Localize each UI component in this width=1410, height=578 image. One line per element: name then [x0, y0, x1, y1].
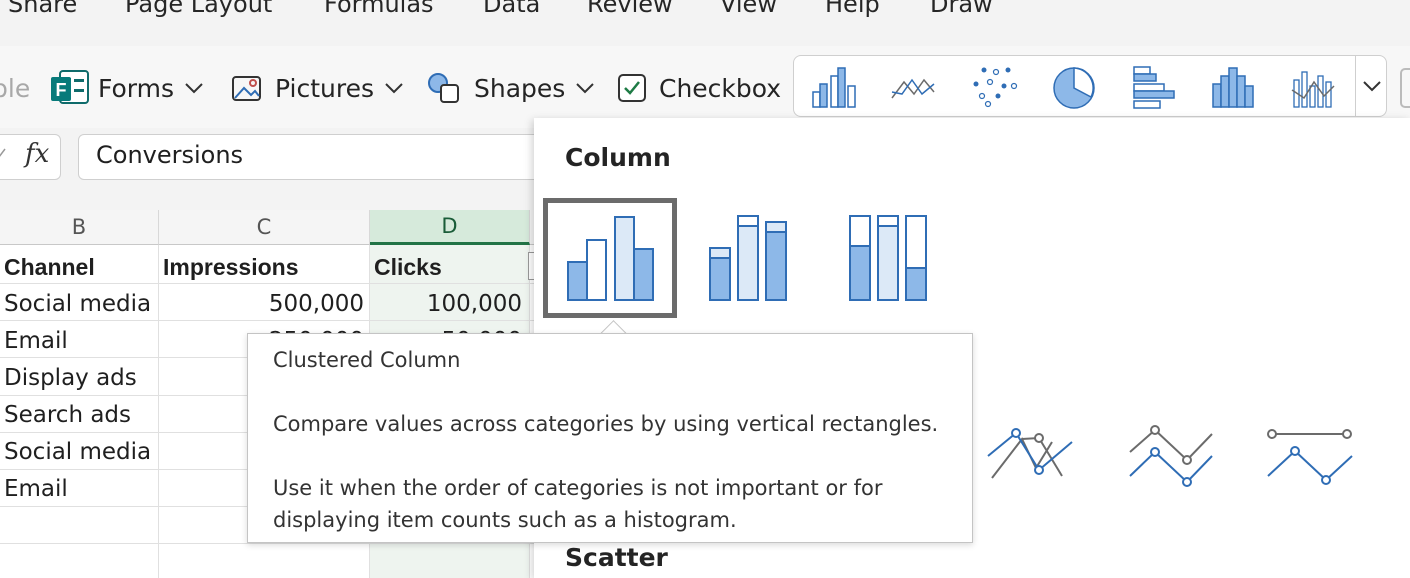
chevron-down-icon	[1362, 77, 1382, 96]
chevron-down-icon	[575, 82, 595, 94]
fx-icon: fx	[25, 139, 50, 169]
column-chart-icon[interactable]	[810, 64, 858, 110]
clustered-column-option[interactable]	[543, 198, 677, 318]
100-stacked-line-markers-icon	[1267, 429, 1353, 485]
menu-draw[interactable]: Draw	[930, 0, 993, 18]
scatter-section-title: Scatter	[565, 543, 668, 572]
table-button[interactable]: ble	[0, 70, 30, 106]
checkbox-label: Checkbox	[659, 73, 782, 103]
column-section-title: Column	[565, 143, 671, 172]
menu-view[interactable]: View	[720, 0, 777, 18]
formula-input[interactable]: Conversions	[78, 134, 548, 180]
cell-b4[interactable]: Display ads	[4, 359, 156, 394]
100-stacked-line-markers-option[interactable]	[1262, 420, 1358, 490]
menu-help[interactable]: Help	[825, 0, 880, 18]
menu-review[interactable]: Review	[587, 0, 673, 18]
cell-b2[interactable]: Social media	[4, 285, 156, 320]
tooltip-title: Clustered Column	[273, 348, 461, 372]
row-divider	[0, 283, 540, 284]
line-markers-icon	[987, 428, 1073, 479]
pie-chart-icon[interactable]	[1050, 64, 1098, 110]
histogram-chart-icon[interactable]	[1210, 64, 1258, 110]
chart-type-tooltip: Clustered Column Compare values across c…	[247, 333, 973, 543]
stacked-line-markers-option[interactable]	[1122, 420, 1218, 490]
column-header-b[interactable]: B	[0, 210, 159, 245]
menu-share[interactable]: Share	[8, 0, 77, 18]
scatter-chart-icon[interactable]	[970, 64, 1018, 110]
chevron-down-icon	[184, 82, 204, 94]
picture-icon	[231, 73, 263, 103]
shapes-label: Shapes	[474, 73, 566, 103]
cell-b1[interactable]: Channel	[4, 248, 156, 283]
shapes-icon	[426, 71, 462, 105]
combo-chart-icon[interactable]	[1290, 64, 1338, 110]
cell-b6[interactable]: Social media	[4, 433, 156, 468]
shapes-button[interactable]: Shapes	[426, 70, 595, 106]
stacked-column-icon	[709, 215, 787, 301]
row-divider	[0, 543, 540, 544]
stacked-line-markers-icon	[1129, 425, 1213, 487]
clustered-column-icon	[567, 216, 654, 301]
menu-formulas[interactable]: Formulas	[324, 0, 434, 18]
menu-bar: Share Page Layout Formulas Data Review V…	[0, 0, 1410, 46]
100-stacked-column-option[interactable]	[842, 208, 942, 308]
chevron-down-icon	[384, 82, 404, 94]
bar-chart-icon[interactable]	[1130, 64, 1178, 110]
tooltip-description: Compare values across categories by usin…	[273, 412, 939, 436]
line-markers-option[interactable]	[982, 420, 1078, 490]
column-divider	[158, 245, 159, 578]
100-stacked-column-icon	[849, 215, 927, 301]
forms-label: Forms	[98, 73, 175, 103]
forms-icon: F	[50, 69, 90, 107]
cell-b5[interactable]: Search ads	[4, 396, 156, 431]
cell-d2[interactable]: 100,000	[374, 285, 522, 320]
column-header-d[interactable]: D	[370, 210, 530, 245]
cell-d1[interactable]: Clicks	[374, 248, 528, 283]
forms-button[interactable]: F Forms	[50, 70, 204, 106]
checkbox-button[interactable]: Checkbox	[617, 70, 781, 106]
pictures-label: Pictures	[275, 73, 374, 103]
column-header-c[interactable]: C	[159, 210, 370, 245]
gallery-more-button[interactable]	[1355, 56, 1388, 116]
line-chart-icon[interactable]	[890, 64, 938, 110]
tooltip-usage-line-1: Use it when the order of categories is n…	[273, 476, 883, 500]
overflow-button[interactable]	[1400, 68, 1410, 108]
cell-b3[interactable]: Email	[4, 322, 156, 357]
cell-c1[interactable]: Impressions	[163, 248, 367, 283]
tooltip-usage-line-2: displaying item counts such as a histogr…	[273, 508, 737, 532]
menu-page-layout[interactable]: Page Layout	[125, 0, 272, 18]
stacked-column-option[interactable]	[702, 208, 802, 308]
menu-data[interactable]: Data	[483, 0, 540, 18]
checkbox-icon	[617, 73, 647, 103]
table-label: ble	[0, 73, 31, 103]
cell-b7[interactable]: Email	[4, 470, 156, 505]
fx-button[interactable]: fx	[0, 134, 61, 180]
pictures-button[interactable]: Pictures	[231, 70, 404, 106]
cell-c2[interactable]: 500,000	[163, 285, 364, 320]
row-divider	[0, 320, 540, 321]
svg-text:F: F	[56, 80, 67, 100]
chart-gallery	[793, 55, 1387, 117]
